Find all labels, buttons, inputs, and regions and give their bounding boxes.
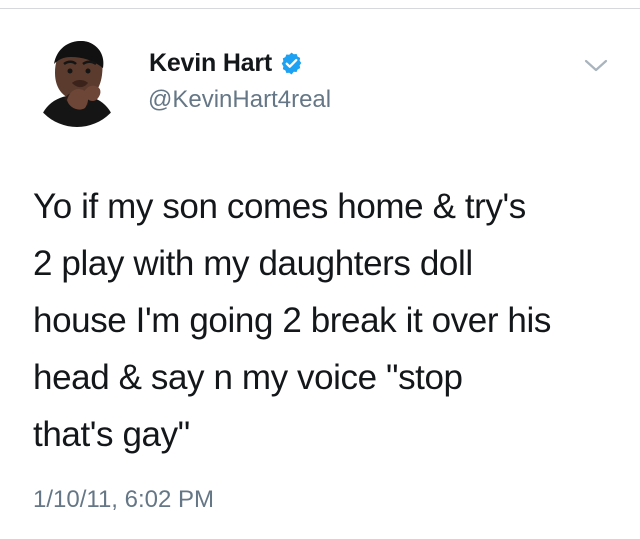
author-handle[interactable]: @KevinHart4real (148, 86, 331, 114)
author-display-name[interactable]: Kevin Hart (149, 49, 272, 78)
verified-badge-icon (279, 51, 304, 76)
tweet-card: Kevin Hart @KevinHart4real Yo if my son … (0, 0, 640, 539)
tweet-timestamp[interactable]: 1/10/11, 6:02 PM (33, 486, 214, 514)
profile-photo-icon (30, 33, 124, 127)
tweet-text: Yo if my son comes home & try's 2 play w… (33, 187, 551, 454)
author-name-row: Kevin Hart (149, 47, 304, 79)
avatar[interactable] (30, 33, 124, 127)
chevron-down-icon[interactable] (583, 57, 609, 75)
